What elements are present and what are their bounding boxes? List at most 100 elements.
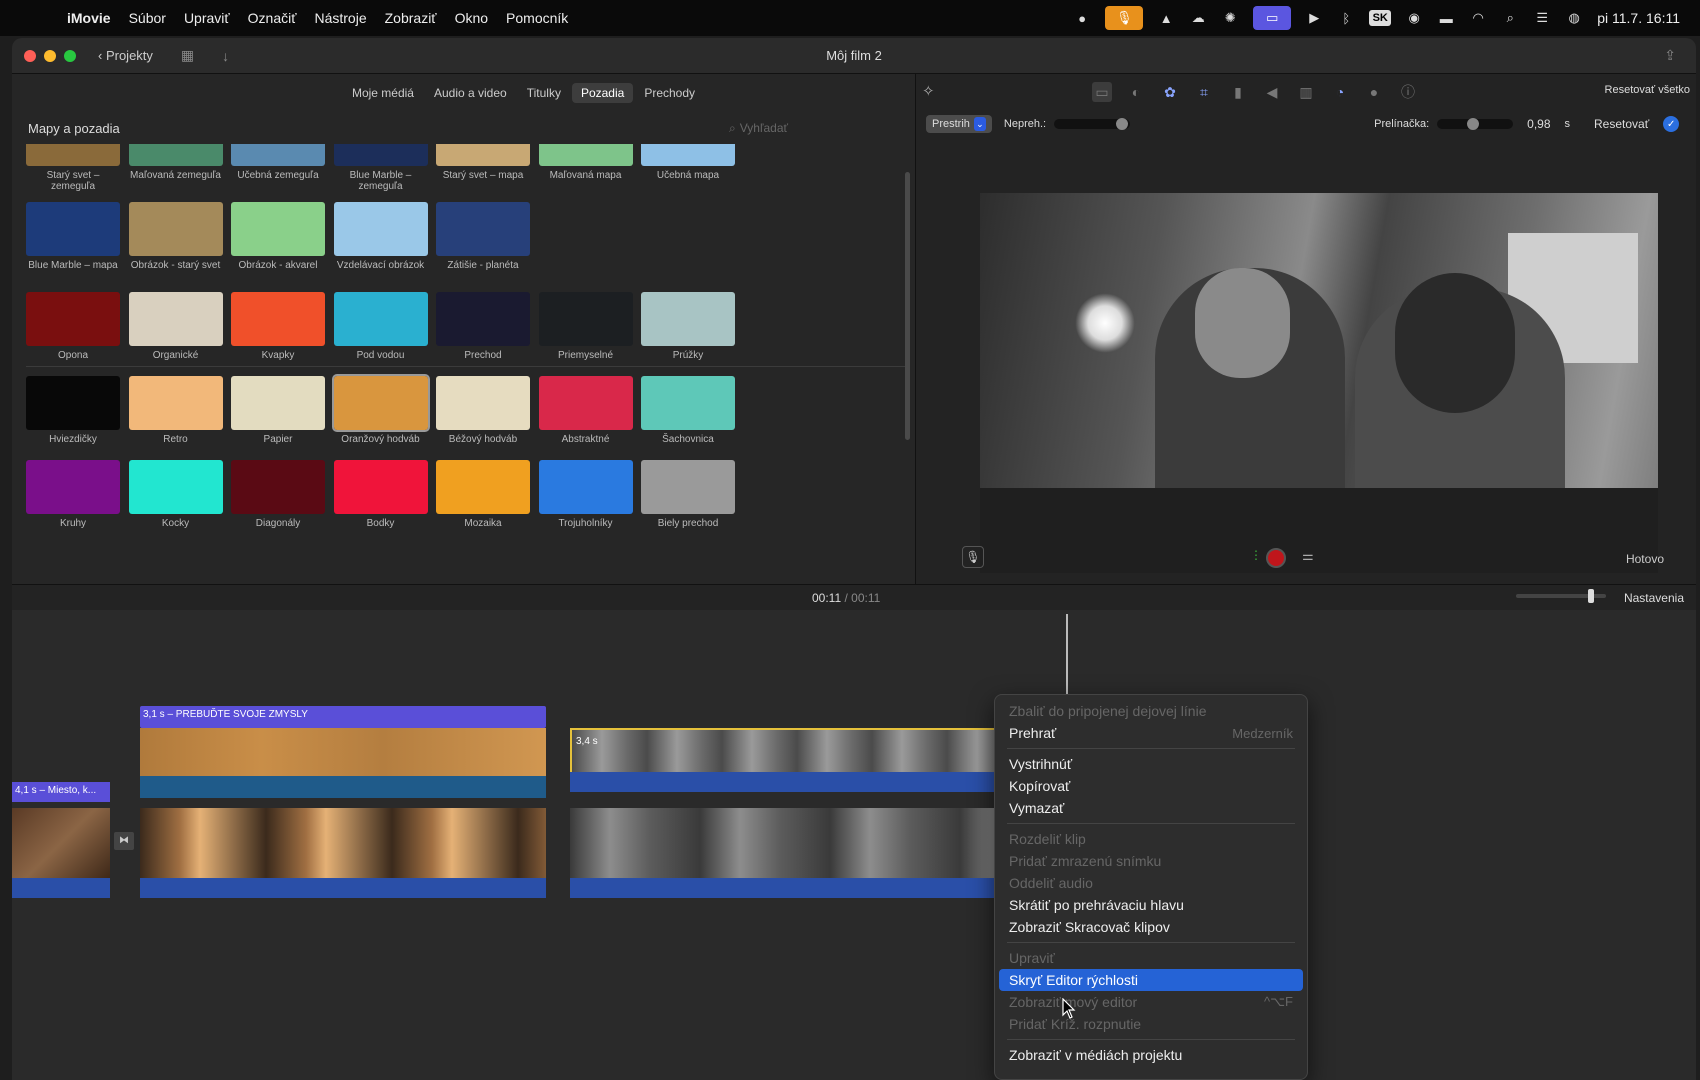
import-icon[interactable]: ↓ (222, 48, 229, 64)
background-clip[interactable] (140, 728, 546, 776)
background-thumb[interactable]: Zátišie - planéta (436, 202, 530, 271)
projects-back-button[interactable]: ‹ Projekty (98, 48, 153, 63)
background-thumb[interactable]: Maľovaná mapa (538, 144, 633, 181)
title-clip[interactable]: 3,1 s – PREBUĎTE SVOJE ZMYSLY (140, 706, 546, 728)
stabilization-icon[interactable]: ▮ (1228, 82, 1248, 102)
cloud-icon[interactable]: ☁ (1189, 10, 1207, 26)
crop-icon[interactable]: ⌗ (1194, 82, 1214, 102)
menu-file[interactable]: Súbor (129, 10, 166, 26)
background-thumb[interactable]: Kocky (128, 460, 223, 529)
background-thumb[interactable]: Obrázok - starý svet (128, 202, 223, 271)
background-thumb[interactable]: Priemyselné (538, 292, 633, 361)
volume-icon[interactable]: ◀ (1262, 82, 1282, 102)
tab-my-media[interactable]: Moje médiá (343, 83, 423, 103)
apply-check-icon[interactable]: ✓ (1663, 116, 1680, 132)
share-icon[interactable]: ⇪ (1664, 47, 1676, 64)
background-thumb[interactable]: Učebná zemeguľa (231, 144, 325, 181)
background-thumb[interactable]: Kruhy (26, 460, 120, 529)
context-menu-item[interactable]: Skryť Editor rýchlosti (999, 969, 1303, 991)
screen-mirroring-icon[interactable]: ▭ (1253, 6, 1292, 30)
coffee-beans-clip[interactable] (12, 808, 110, 878)
siri-icon[interactable]: ◍ (1565, 10, 1583, 26)
filter-icon[interactable]: ● (1364, 82, 1384, 102)
context-menu-item[interactable]: Zobraziť v médiách projektu (999, 1044, 1303, 1066)
background-thumb[interactable]: Prúžky (641, 292, 735, 361)
background-thumb[interactable]: Organické (128, 292, 223, 361)
settings-button[interactable]: Nastavenia (1624, 591, 1684, 605)
playhead[interactable] (1066, 614, 1068, 694)
menu-tools[interactable]: Nástroje (314, 10, 366, 26)
background-thumb[interactable]: Hviezdičky (26, 376, 120, 445)
crossfade-knob[interactable] (1467, 118, 1480, 130)
menu-help[interactable]: Pomocník (506, 10, 568, 26)
timeline[interactable]: 3,1 s – PREBUĎTE SVOJE ZMYSLY 4,1 s – Mi… (12, 610, 1696, 1080)
background-thumb[interactable]: Bodky (333, 460, 428, 529)
record-button[interactable] (1266, 548, 1286, 568)
microphone-icon[interactable]: 🎙 (1105, 6, 1144, 30)
menu-mark[interactable]: Označiť (248, 10, 297, 26)
background-thumb[interactable]: Mozaika (436, 460, 530, 529)
context-menu-item[interactable]: Vymazať (999, 797, 1303, 819)
background-thumb[interactable]: Opona (26, 292, 120, 361)
zoom-button[interactable] (64, 49, 76, 62)
color-balance-icon[interactable]: ◐ (1126, 82, 1146, 102)
opacity-slider[interactable] (1054, 118, 1131, 130)
transition-icon[interactable]: ⧓ (114, 832, 134, 850)
reset-button[interactable]: Resetovať (1594, 117, 1649, 131)
layout-icon[interactable]: ▦ (181, 47, 194, 64)
app-status-icon[interactable]: ▲ (1157, 10, 1175, 26)
background-thumb[interactable]: Vzdelávací obrázok (333, 202, 428, 271)
battery-icon[interactable]: ▬ (1437, 10, 1455, 26)
equalizer-icon[interactable]: ▥ (1296, 82, 1316, 102)
background-thumb[interactable]: Béžový hodváb (436, 376, 530, 445)
menu-edit[interactable]: Upraviť (184, 10, 230, 26)
play-status-icon[interactable]: ▶ (1305, 10, 1323, 26)
background-thumb[interactable]: Starý svet – zemeguľa (26, 144, 120, 192)
background-thumb[interactable]: Obrázok - akvarel (231, 202, 325, 271)
user-icon[interactable]: ◉ (1405, 10, 1423, 26)
control-center-icon[interactable]: ☰ (1533, 10, 1551, 26)
record-status-icon[interactable]: ● (1073, 10, 1091, 26)
menu-view[interactable]: Zobraziť (385, 10, 437, 26)
background-thumb[interactable]: Blue Marble – zemeguľa (333, 144, 428, 192)
tab-audio-video[interactable]: Audio a video (425, 83, 516, 103)
context-menu-item[interactable]: Zobraziť Skracovač klipov (999, 916, 1303, 938)
search-field[interactable]: ⌕ Vyhľadať (723, 118, 833, 138)
small-title-clip[interactable]: 4,1 s – Miesto, k... (12, 782, 110, 802)
coffee-cups-clip[interactable] (140, 808, 546, 878)
done-button[interactable]: Hotovo (1626, 552, 1664, 566)
background-thumb[interactable]: Abstraktné (538, 376, 633, 445)
background-thumb[interactable]: Maľovaná zemeguľa (128, 144, 223, 181)
background-thumb[interactable]: Retro (128, 376, 223, 445)
background-thumb[interactable]: Trojuholníky (538, 460, 633, 529)
background-thumb[interactable]: Šachovnica (641, 376, 735, 445)
background-thumb[interactable]: Biely prechod (641, 460, 735, 529)
context-menu-item[interactable]: Prehrať Medzerník (999, 722, 1303, 744)
bluetooth-icon[interactable]: ᛒ (1337, 10, 1355, 26)
background-thumb[interactable]: Kvapky (231, 292, 325, 361)
search-icon[interactable]: ⌕ (1501, 10, 1519, 26)
context-menu-item[interactable]: Skrátiť po prehrávaciu hlavu (999, 894, 1303, 916)
background-thumb[interactable]: Starý svet – mapa (436, 144, 530, 181)
reset-all-button[interactable]: Resetovať všetko (1605, 84, 1690, 96)
voiceover-options-icon[interactable]: ⚌ (1302, 548, 1314, 564)
color-correction-icon[interactable]: ✿ (1160, 82, 1180, 102)
background-thumb[interactable]: Blue Marble – mapa (26, 202, 120, 271)
minimize-button[interactable] (44, 49, 56, 62)
browser-scrollbar[interactable] (905, 172, 910, 440)
tab-titles[interactable]: Titulky (518, 83, 570, 103)
background-thumb[interactable]: Prechod (436, 292, 530, 361)
clock[interactable]: pi 11.7. 16:11 (1597, 10, 1680, 26)
zoom-knob[interactable] (1588, 589, 1594, 603)
menu-window[interactable]: Okno (455, 10, 488, 26)
background-thumb[interactable]: Oranžový hodváb (331, 374, 430, 445)
crossfade-value[interactable]: 0,98 (1527, 117, 1550, 131)
info-icon[interactable]: ⓘ (1398, 82, 1418, 102)
opacity-knob[interactable] (1116, 118, 1129, 130)
keyboard-input-icon[interactable]: SK (1369, 10, 1392, 26)
crossfade-slider[interactable] (1437, 118, 1514, 130)
context-menu-item[interactable]: Kopírovať (999, 775, 1303, 797)
overlay-mode-select[interactable]: Prestrih ⌄ (926, 115, 992, 133)
background-thumb[interactable]: Učebná mapa (641, 144, 735, 181)
background-thumb[interactable]: Papier (231, 376, 325, 445)
